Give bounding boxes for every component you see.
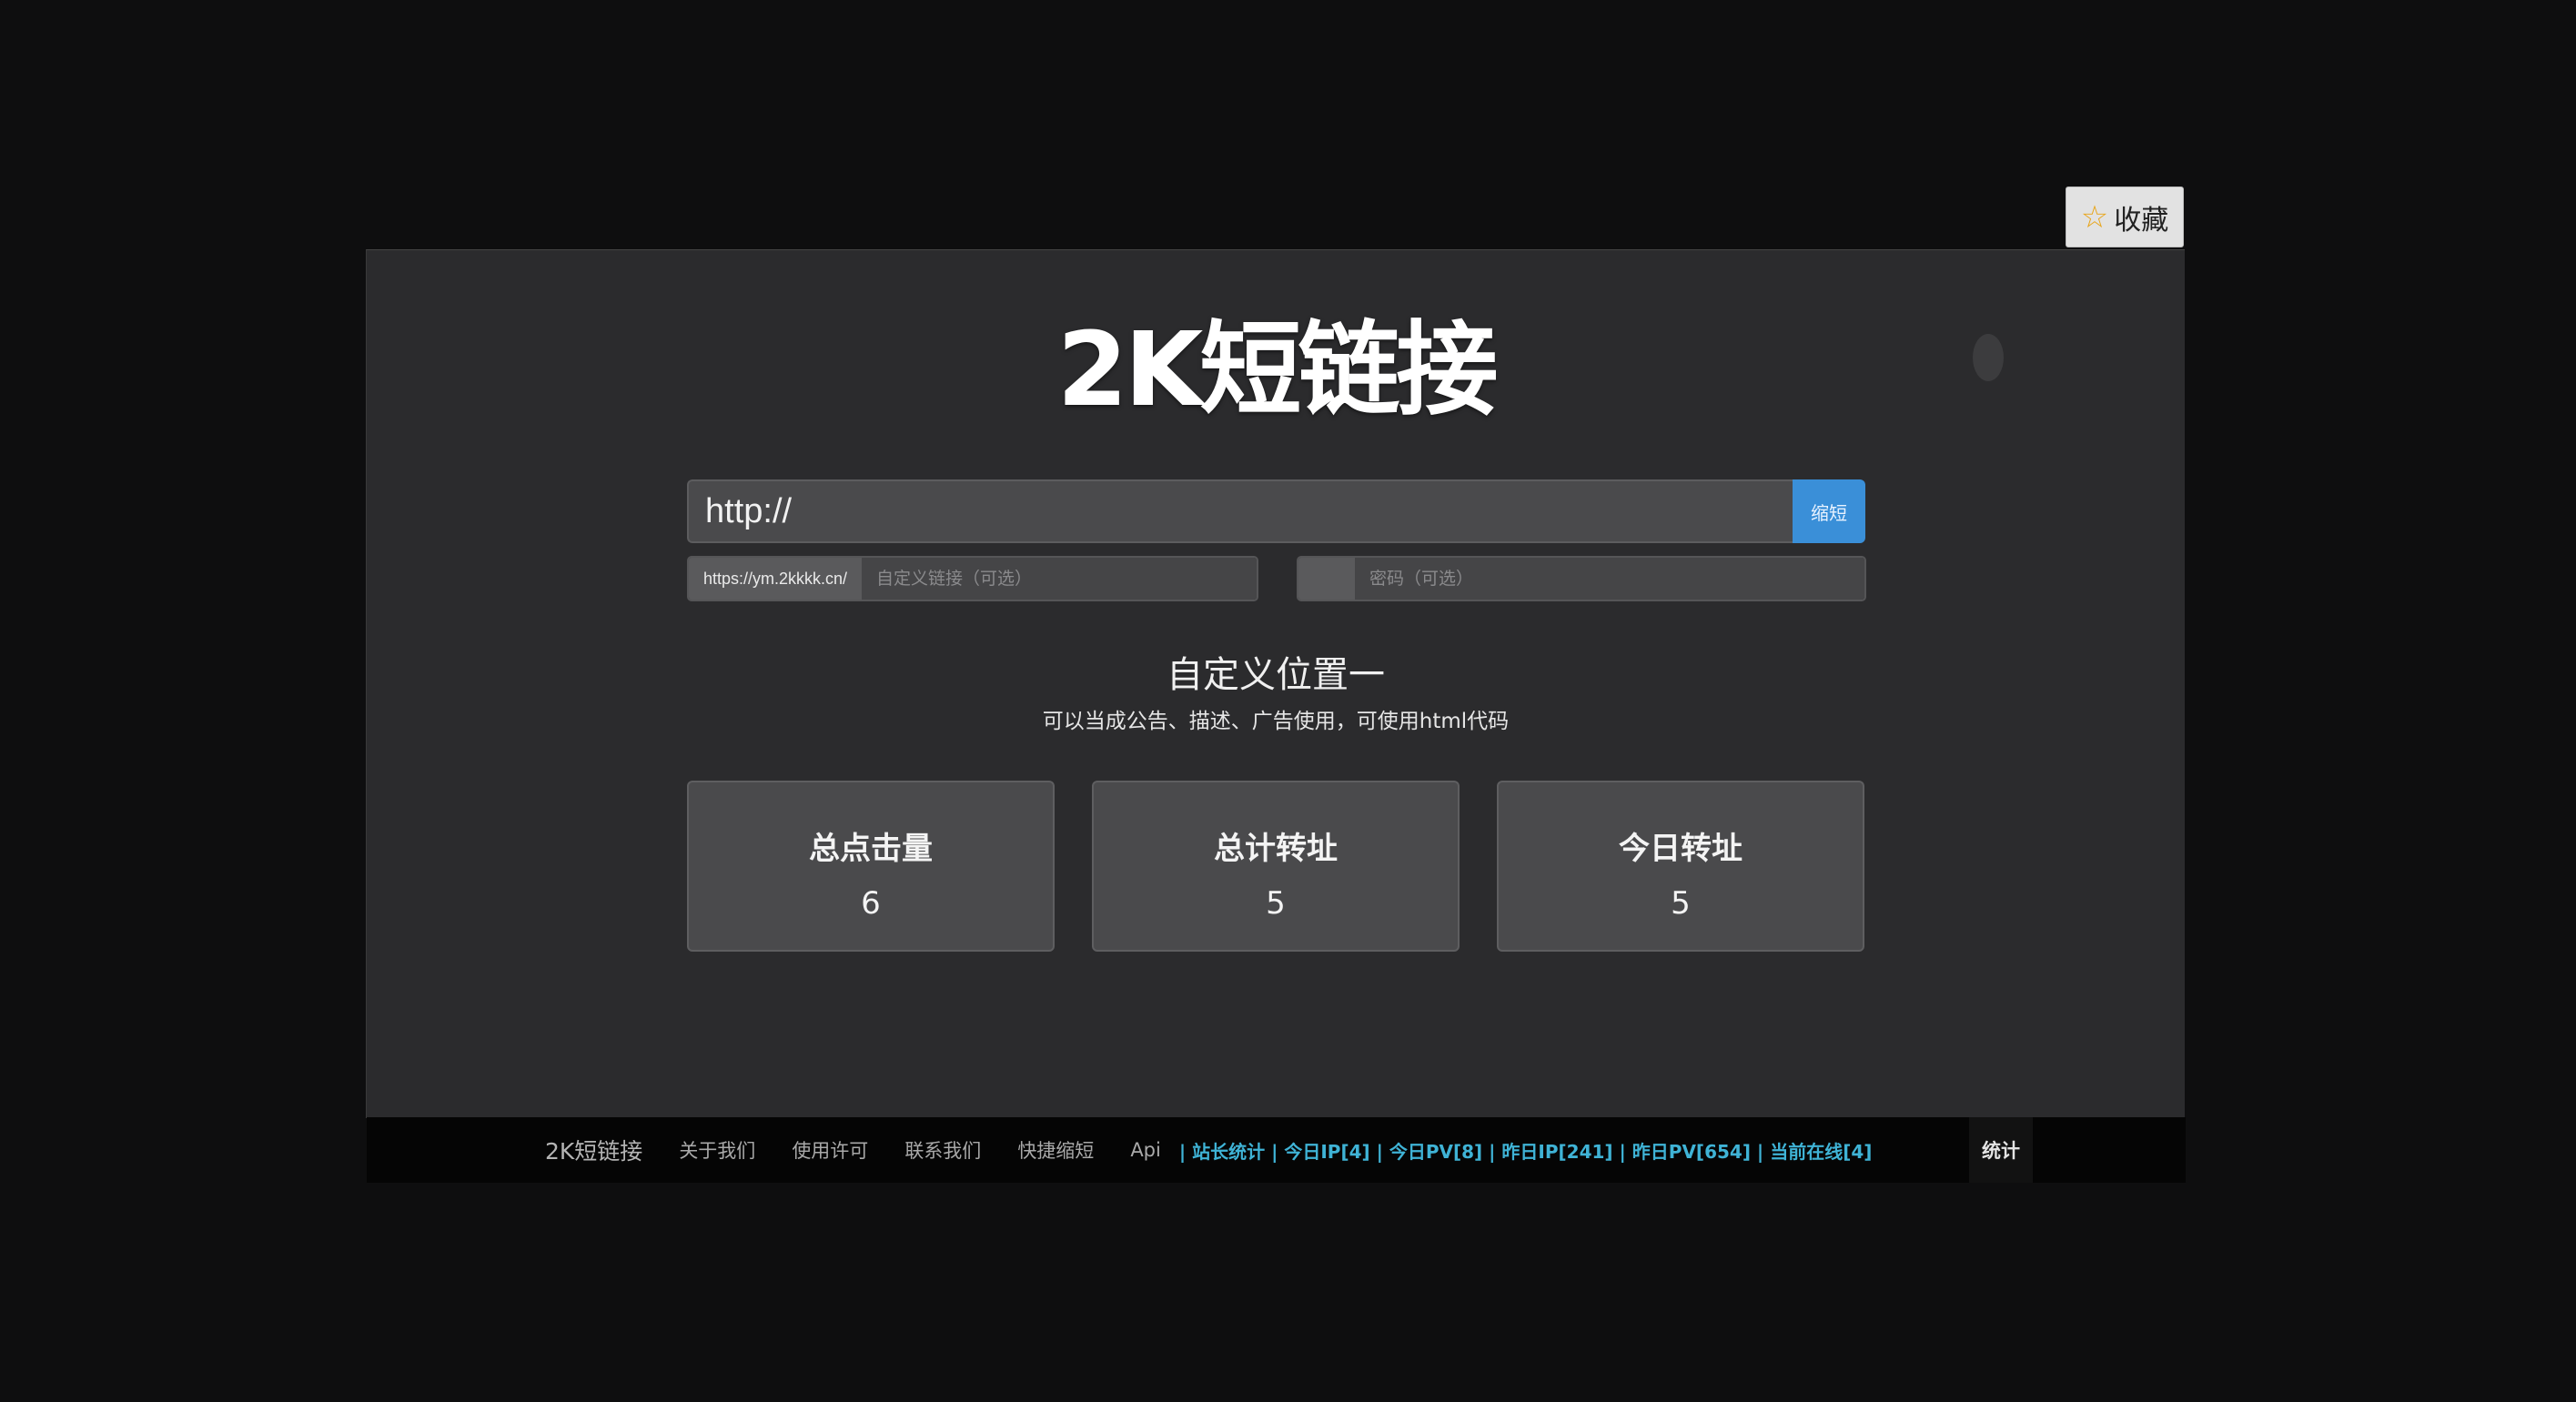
stat-label: 总计转址 [1214,831,1338,867]
theme-toggle[interactable] [1973,334,2004,381]
star-icon: ☆ [2080,199,2109,235]
footer-link-contact[interactable]: 联系我们 [904,1136,981,1164]
alias-group: https://ym.2kkkk.cn/ [687,556,1258,601]
bookmark-label: 收藏 [2114,205,2169,236]
url-form: 缩短 [687,479,1865,543]
custom-block-title: 自定义位置一 [1167,654,1385,696]
password-group [1297,556,1866,601]
custom-block-description: 可以当成公告、描述、广告使用，可使用html代码 [1042,710,1510,733]
password-addon [1298,558,1355,600]
stat-value: 5 [1266,885,1286,922]
footer-stats-button[interactable]: 统计 [1969,1117,2033,1183]
stat-label: 总点击量 [809,831,933,867]
stat-card-total-clicks: 总点击量 6 [687,781,1055,952]
stat-value: 6 [861,885,881,922]
alias-input[interactable] [862,558,1257,600]
footer-nav: 2K短链接 关于我们 使用许可 联系我们 快捷缩短 Api | 站长统计 | 今… [545,1117,1872,1183]
footer: 2K短链接 关于我们 使用许可 联系我们 快捷缩短 Api | 站长统计 | 今… [367,1117,2186,1183]
footer-link-quick-shorten[interactable]: 快捷缩短 [1017,1136,1094,1164]
footer-link-api[interactable]: Api [1130,1139,1161,1161]
shorten-button[interactable]: 缩短 [1793,479,1865,543]
footer-link-license[interactable]: 使用许可 [792,1136,868,1164]
footer-site-stats-link[interactable]: | 站长统计 | 今日IP[4] | 今日PV[8] | 昨日IP[241] |… [1179,1137,1873,1164]
stat-value: 5 [1671,885,1691,922]
main-panel: 2K短链接 缩短 https://ym.2kkkk.cn/ 自定义位置一 可以当… [366,249,2186,1183]
password-input[interactable] [1355,558,1864,600]
footer-brand-link[interactable]: 2K短链接 [545,1134,642,1166]
url-input[interactable] [687,479,1793,543]
domain-prefix: https://ym.2kkkk.cn/ [689,558,863,600]
footer-link-about[interactable]: 关于我们 [679,1136,755,1164]
stat-card-total-urls: 总计转址 5 [1092,781,1460,952]
site-title: 2K短链接 [1056,311,1499,429]
stat-card-today-urls: 今日转址 5 [1497,781,1864,952]
bookmark-button[interactable]: ☆ 收藏 [2066,187,2184,247]
stat-label: 今日转址 [1619,831,1743,867]
